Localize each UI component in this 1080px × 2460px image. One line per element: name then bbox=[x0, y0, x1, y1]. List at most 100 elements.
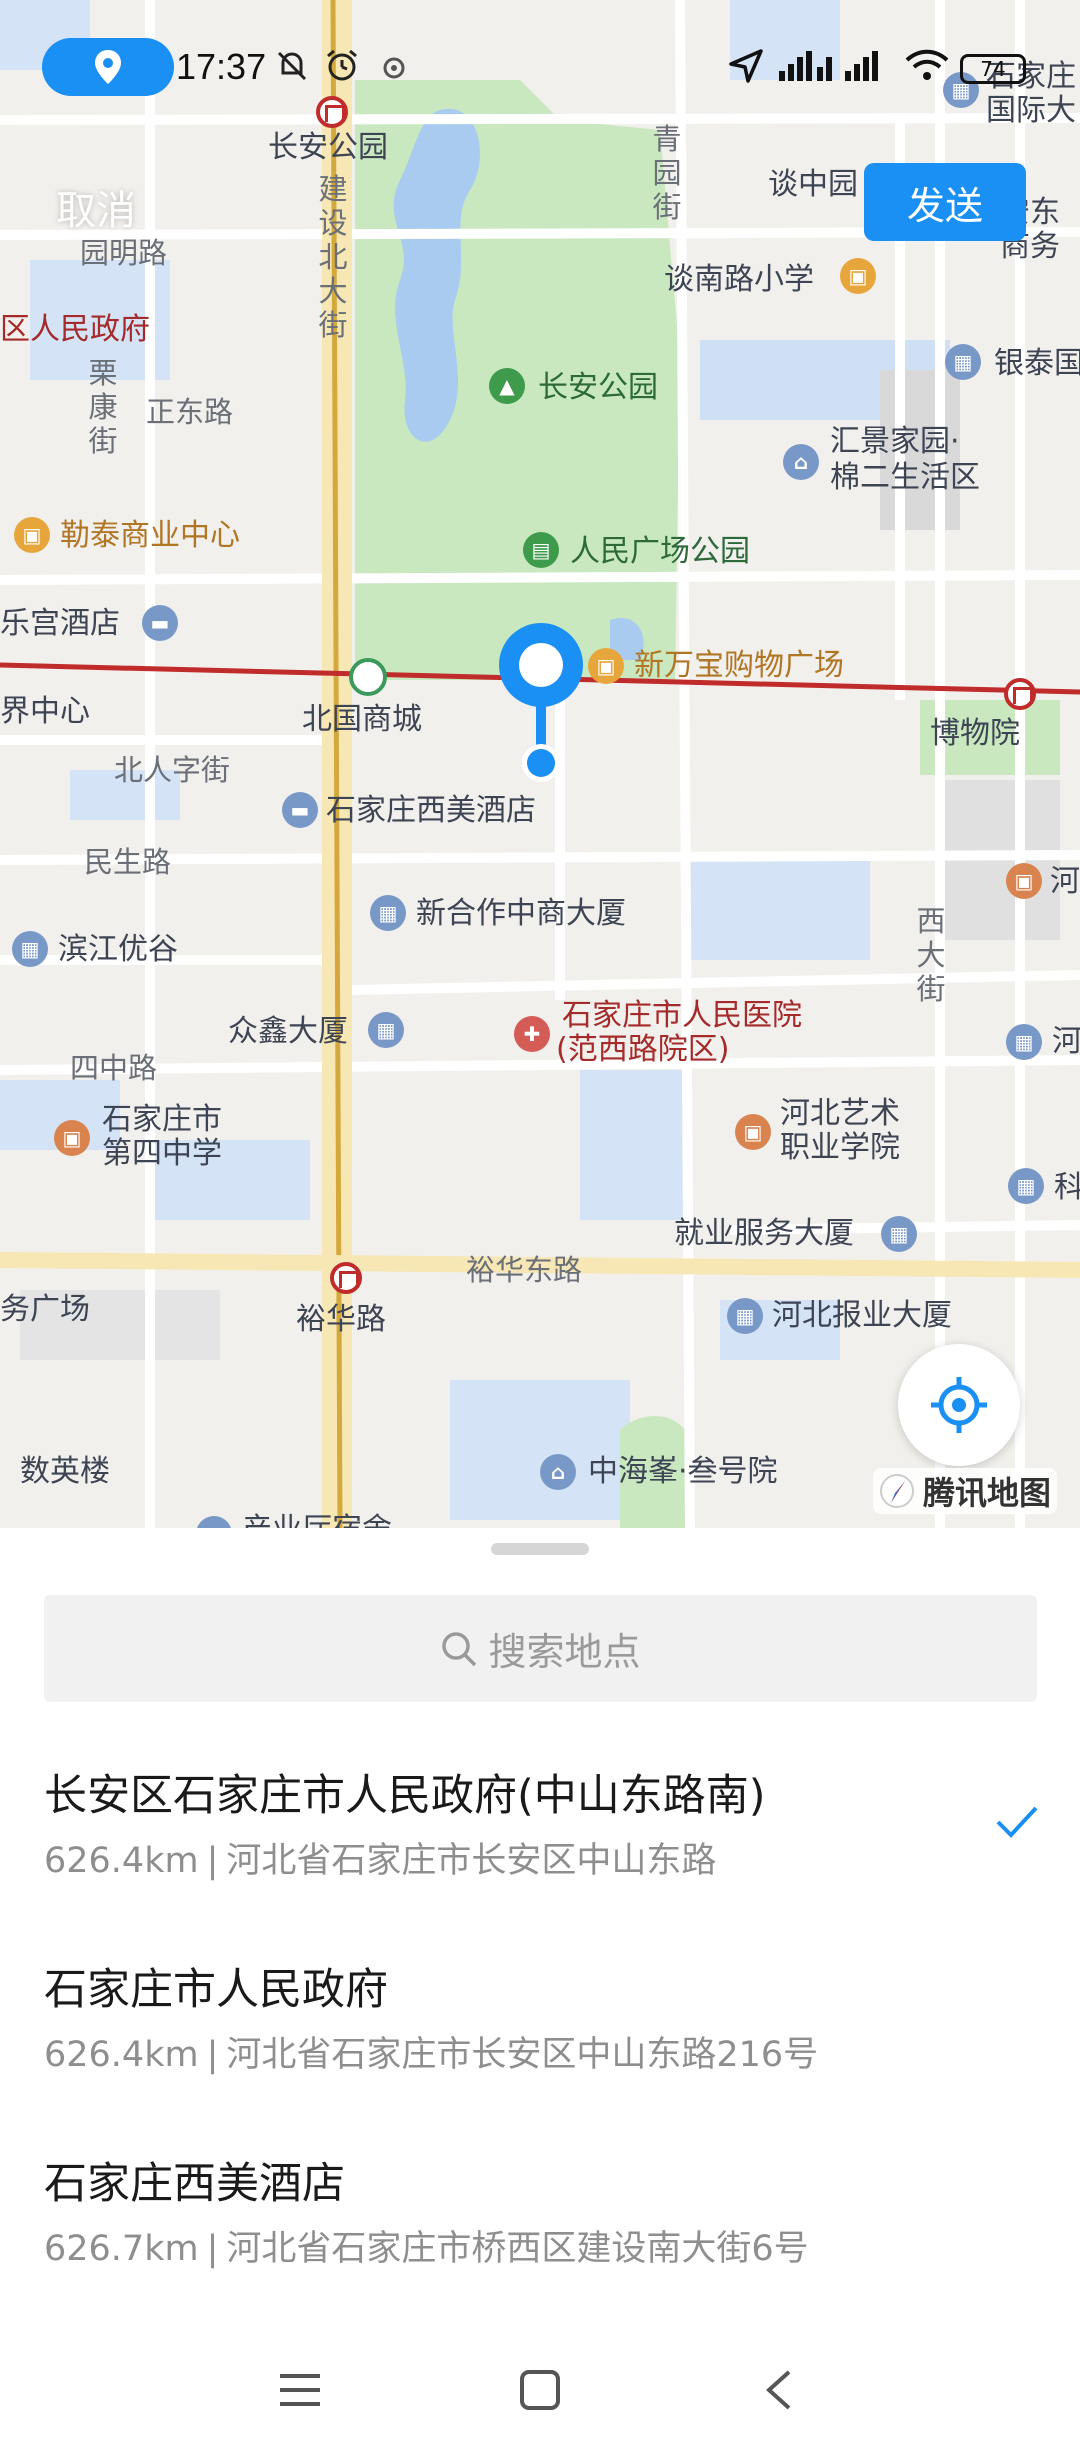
map-label: 建设北大街 bbox=[318, 172, 348, 342]
map-label: 博物院 bbox=[930, 716, 1020, 751]
map-label: 新万宝购物广场 bbox=[634, 648, 844, 683]
result-distance: 626.4km bbox=[44, 2035, 199, 2075]
hamburger-icon bbox=[280, 2374, 320, 2406]
map-label: 裕华东路 bbox=[466, 1253, 583, 1287]
map-label: 区人民政府 bbox=[0, 312, 150, 347]
building-icon: ▦ bbox=[727, 1298, 763, 1334]
map-label: 石家庄市人民医院 bbox=[562, 998, 802, 1033]
map-label: 滨江优谷 bbox=[58, 932, 178, 967]
result-distance: 626.7km bbox=[44, 2229, 199, 2269]
search-input[interactable]: 搜索地点 bbox=[44, 1595, 1037, 1702]
separator: | bbox=[206, 2035, 219, 2075]
map-label: 汇景家园· bbox=[830, 424, 960, 459]
result-title: 石家庄西美酒店 bbox=[44, 2159, 345, 2209]
map-label: 河 bbox=[1050, 864, 1080, 899]
location-pin-icon bbox=[95, 50, 121, 84]
map-label: 众鑫大厦 bbox=[228, 1014, 348, 1049]
checkmark-icon bbox=[996, 1806, 1038, 1838]
park-icon: ▤ bbox=[523, 532, 559, 568]
result-distance: 626.4km bbox=[44, 1841, 199, 1881]
map-label: 科 bbox=[1054, 1170, 1080, 1205]
search-icon bbox=[442, 1631, 477, 1666]
building-icon: ▦ bbox=[370, 895, 406, 931]
building-icon: ▦ bbox=[945, 344, 981, 380]
map-label: 人民广场公园 bbox=[570, 534, 750, 569]
shopping-icon: ▣ bbox=[14, 517, 50, 553]
transfer-station-icon bbox=[349, 658, 387, 696]
building-icon: ▦ bbox=[1008, 1168, 1044, 1204]
signal-icon bbox=[842, 46, 902, 86]
metro-station-icon bbox=[330, 1262, 362, 1294]
result-title: 长安区石家庄市人民政府(中山东路南) bbox=[44, 1771, 766, 1821]
result-address: 河北省石家庄市长安区中山东路 bbox=[226, 1841, 717, 1881]
residential-icon: ⌂ bbox=[540, 1454, 576, 1490]
map-label: 务广场 bbox=[0, 1292, 90, 1327]
map-label: 勒泰商业中心 bbox=[60, 518, 240, 553]
map-label: 石家庄市 bbox=[102, 1102, 222, 1137]
navigation-arrow-icon bbox=[726, 46, 766, 86]
map-label: 乐宫酒店 bbox=[0, 606, 120, 641]
map-label: 数英楼 bbox=[20, 1454, 110, 1489]
separator: | bbox=[206, 1841, 219, 1881]
residential-icon: ⌂ bbox=[783, 444, 819, 480]
map-label: 职业学院 bbox=[780, 1130, 900, 1165]
result-address: 河北省石家庄市长安区中山东路216号 bbox=[226, 2035, 819, 2075]
school-icon: ▣ bbox=[840, 258, 876, 294]
park-tree-icon: ▲ bbox=[489, 368, 525, 404]
back-button[interactable] bbox=[748, 2360, 808, 2420]
location-pin-icon[interactable] bbox=[496, 620, 586, 790]
status-bar: 17:37 74 bbox=[0, 0, 1080, 135]
alarm-icon bbox=[322, 46, 362, 86]
map-label: 石家庄西美酒店 bbox=[326, 793, 536, 828]
result-subtitle: 626.7km | 河北省石家庄市桥西区建设南大街6号 bbox=[44, 2226, 1037, 2272]
map-label: 河 bbox=[1052, 1024, 1080, 1059]
app-notification-icon bbox=[374, 46, 414, 86]
map-label: 新合作中商大厦 bbox=[416, 896, 626, 931]
building-icon: ▦ bbox=[881, 1216, 917, 1252]
map-label: 北国商城 bbox=[302, 702, 422, 737]
map-brand-label: 腾讯地图 bbox=[923, 1474, 1052, 1512]
home-button[interactable] bbox=[510, 2360, 570, 2420]
map-label: 河北艺术 bbox=[780, 1096, 900, 1131]
result-item[interactable]: 石家庄西美酒店 626.7km | 河北省石家庄市桥西区建设南大街6号 bbox=[44, 2156, 1037, 2272]
map-label: 四中路 bbox=[70, 1051, 158, 1085]
metro-station-icon bbox=[1004, 678, 1036, 710]
battery-icon: 74 bbox=[960, 54, 1026, 84]
building-icon: ▦ bbox=[368, 1012, 404, 1048]
building-icon: ▦ bbox=[12, 931, 48, 967]
sheet-drag-handle[interactable] bbox=[491, 1543, 589, 1555]
back-arrow-icon bbox=[766, 2370, 791, 2410]
map-label: 园明路 bbox=[80, 236, 168, 270]
school-icon: ▣ bbox=[735, 1114, 771, 1150]
location-sharing-pill[interactable] bbox=[42, 38, 174, 96]
locate-me-button[interactable] bbox=[898, 1344, 1020, 1466]
restaurant-icon: ▣ bbox=[1006, 863, 1042, 899]
map-label: 界中心 bbox=[0, 694, 90, 729]
school-icon: ▣ bbox=[54, 1120, 90, 1156]
cancel-button[interactable]: 取消 bbox=[56, 178, 136, 236]
menu-button[interactable] bbox=[270, 2360, 330, 2420]
map-label: 民生路 bbox=[84, 845, 172, 879]
map-label: 青园街 bbox=[652, 122, 682, 224]
hotel-icon: ▬ bbox=[282, 792, 318, 828]
dnd-icon bbox=[272, 46, 312, 86]
map-label: 栗康街 bbox=[88, 356, 118, 458]
map-label: (范西路院区) bbox=[556, 1032, 730, 1067]
map-label: 谈中园 bbox=[768, 167, 858, 202]
wifi-icon bbox=[902, 46, 952, 86]
square-icon bbox=[520, 2370, 560, 2410]
tencent-map-logo-icon bbox=[880, 1474, 914, 1508]
building-icon: ▦ bbox=[1006, 1024, 1042, 1060]
map-label: 棉二生活区 bbox=[830, 460, 980, 495]
send-button[interactable]: 发送 bbox=[864, 163, 1026, 241]
map-label: 长安公园 bbox=[538, 370, 658, 405]
map-label: 裕华路 bbox=[296, 1302, 386, 1337]
crosshair-icon bbox=[931, 1377, 987, 1433]
map-label: 西大街 bbox=[916, 904, 946, 1006]
result-item[interactable]: 石家庄市人民政府 626.4km | 河北省石家庄市长安区中山东路216号 bbox=[44, 1962, 1037, 2078]
map-label: 银泰国 bbox=[994, 346, 1080, 381]
search-placeholder: 搜索地点 bbox=[488, 1630, 641, 1674]
result-title: 石家庄市人民政府 bbox=[44, 1965, 388, 2015]
hotel-icon: ▬ bbox=[142, 605, 178, 641]
result-item[interactable]: 长安区石家庄市人民政府(中山东路南) 626.4km | 河北省石家庄市长安区中山东… bbox=[44, 1768, 1037, 1884]
